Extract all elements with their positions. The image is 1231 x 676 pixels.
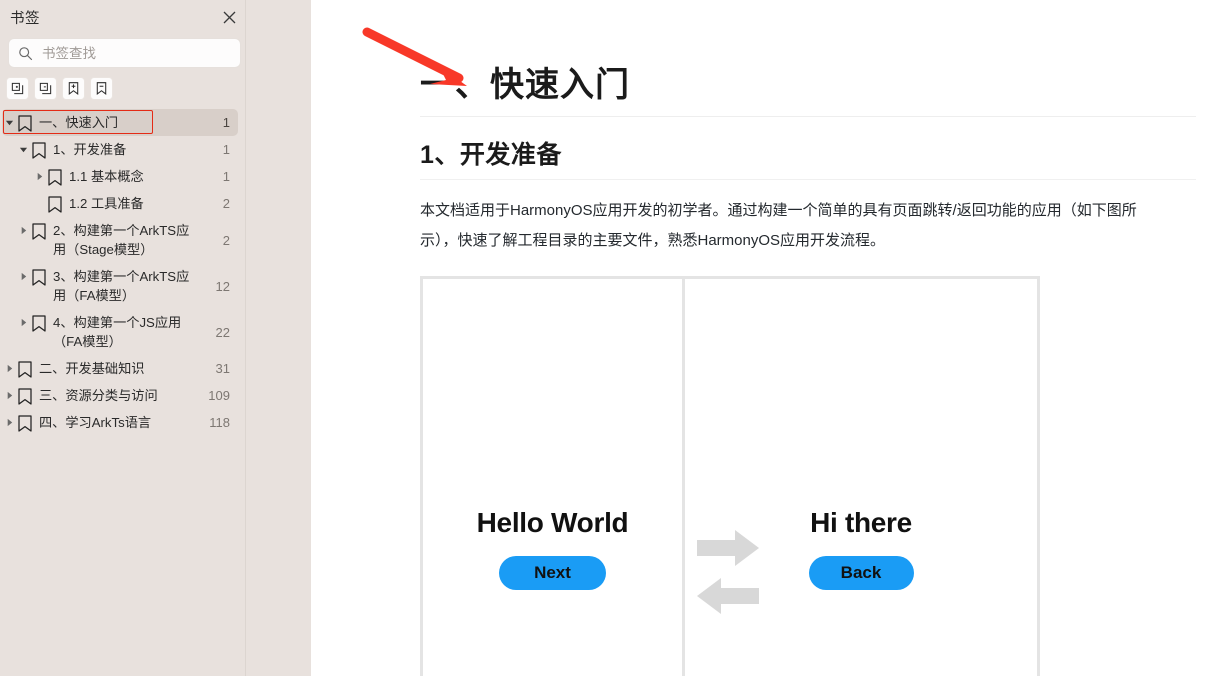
add-bookmark-button[interactable] <box>62 77 85 100</box>
panel-title: 书签 <box>10 10 40 27</box>
bookmark-label: 2、构建第一个ArkTS应用（Stage模型） <box>53 223 190 257</box>
bookmark-tree-item[interactable]: 4、构建第一个JS应用（FA模型） 22 <box>0 309 252 355</box>
figure-transition-arrows <box>697 530 759 614</box>
bookmark-tree-item[interactable]: 1.1 基本概念 1 <box>0 163 252 190</box>
phone-right-back-button[interactable]: Back <box>808 556 914 590</box>
bookmark-icon <box>16 359 33 378</box>
close-icon[interactable] <box>218 6 240 28</box>
bookmark-label: 三、资源分类与访问 <box>39 388 158 403</box>
collapse-all-button[interactable] <box>34 77 57 100</box>
bookmark-label: 4、构建第一个JS应用（FA模型） <box>53 315 182 349</box>
bookmark-label: 3、构建第一个ArkTS应用（FA模型） <box>53 269 190 303</box>
bookmarks-panel: 书签 书签查找 一、快速入门 1 1、开发准备 1 1.1 基本概念 1 1.2… <box>0 0 252 676</box>
phone-left-content: Hello World Next <box>423 507 682 590</box>
bookmark-tree-item[interactable]: 二、开发基础知识 31 <box>0 355 252 382</box>
chevron-right-icon[interactable] <box>16 221 30 235</box>
bookmark-label: 1.2 工具准备 <box>69 196 144 211</box>
bookmark-page-number: 1 <box>222 169 230 184</box>
bookmark-icon <box>46 194 63 213</box>
chevron-right-icon[interactable] <box>2 386 16 400</box>
bookmark-icon <box>16 413 33 432</box>
phone-mockup-left: Hello World Next <box>420 276 685 676</box>
bookmark-page-number: 118 <box>209 415 230 430</box>
expand-all-button[interactable] <box>6 77 29 100</box>
twisty-placeholder <box>32 194 46 199</box>
remove-bookmark-button[interactable] <box>90 77 113 100</box>
bookmark-page-number: 12 <box>215 278 230 294</box>
bookmark-icon <box>46 167 63 186</box>
bookmark-tree-item[interactable]: 1.2 工具准备 2 <box>0 190 252 217</box>
chevron-right-icon[interactable] <box>2 359 16 373</box>
bookmark-page-number: 1 <box>222 115 230 130</box>
bookmark-label: 1、开发准备 <box>53 142 127 157</box>
bookmark-page-number: 2 <box>222 232 230 248</box>
arrow-right-icon <box>697 530 759 566</box>
document-page: 一、快速入门 1、开发准备 本文档适用于HarmonyOS应用开发的初学者。通过… <box>311 0 1231 676</box>
figure-app-screens: Hello World Next Hi there Back <box>420 276 1196 676</box>
section-heading: 1、开发准备 <box>420 117 1196 180</box>
bookmark-icon <box>30 140 47 159</box>
page-title: 一、快速入门 <box>420 0 1196 117</box>
bookmarks-panel-header: 书签 <box>0 0 252 34</box>
chevron-right-icon[interactable] <box>32 167 46 181</box>
chevron-right-icon[interactable] <box>16 313 30 327</box>
chevron-right-icon[interactable] <box>2 413 16 427</box>
bookmark-tree-item[interactable]: 1、开发准备 1 <box>0 136 252 163</box>
bookmark-label: 一、快速入门 <box>39 115 119 130</box>
chevron-right-icon[interactable] <box>16 267 30 281</box>
chevron-down-icon[interactable] <box>2 113 16 127</box>
chevron-down-icon[interactable] <box>16 140 30 154</box>
bookmark-search-box[interactable] <box>8 38 241 68</box>
bookmark-tree: 一、快速入门 1 1、开发准备 1 1.1 基本概念 1 1.2 工具准备 2 2、构建第一个A… <box>0 109 252 436</box>
search-input[interactable] <box>42 45 231 61</box>
bookmark-page-number: 1 <box>222 142 230 157</box>
phone-left-title: Hello World <box>476 507 629 538</box>
arrow-left-icon <box>697 578 759 614</box>
phone-left-next-button[interactable]: Next <box>499 556 606 590</box>
bookmark-label: 四、学习ArkTs语言 <box>39 415 152 430</box>
bookmark-tree-item[interactable]: 三、资源分类与访问 109 <box>0 382 252 409</box>
bookmark-search-container <box>0 34 252 68</box>
bookmark-label: 1.1 基本概念 <box>69 169 144 184</box>
pdf-reader-window: 书签 书签查找 一、快速入门 1 1、开发准备 1 1.1 基本概念 1 1.2… <box>0 0 1231 676</box>
bookmark-page-number: 31 <box>215 361 230 376</box>
document-viewer: 一、快速入门 1、开发准备 本文档适用于HarmonyOS应用开发的初学者。通过… <box>311 0 1231 676</box>
bookmark-icon <box>30 313 47 332</box>
body-paragraph: 本文档适用于HarmonyOS应用开发的初学者。通过构建一个简单的具有页面跳转/… <box>420 202 1137 249</box>
bookmark-tree-item[interactable]: 四、学习ArkTs语言 118 <box>0 409 252 436</box>
bookmark-page-number: 2 <box>222 196 230 211</box>
bookmark-icon <box>30 267 47 286</box>
bookmark-tree-item[interactable]: 一、快速入门 1 <box>0 109 252 136</box>
bookmark-icon <box>16 386 33 405</box>
bookmark-icon <box>30 221 47 240</box>
bookmark-icon <box>16 113 33 132</box>
bookmark-tree-item[interactable]: 2、构建第一个ArkTS应用（Stage模型） 2 <box>0 217 252 263</box>
panel-gutter <box>252 0 311 676</box>
bookmark-label: 二、开发基础知识 <box>39 361 145 376</box>
bookmark-page-number: 22 <box>215 324 230 340</box>
bookmark-page-number: 109 <box>208 388 230 403</box>
bookmark-tree-item[interactable]: 3、构建第一个ArkTS应用（FA模型） 12 <box>0 263 252 309</box>
bookmarks-toolbar <box>0 68 252 100</box>
search-icon <box>18 46 33 61</box>
